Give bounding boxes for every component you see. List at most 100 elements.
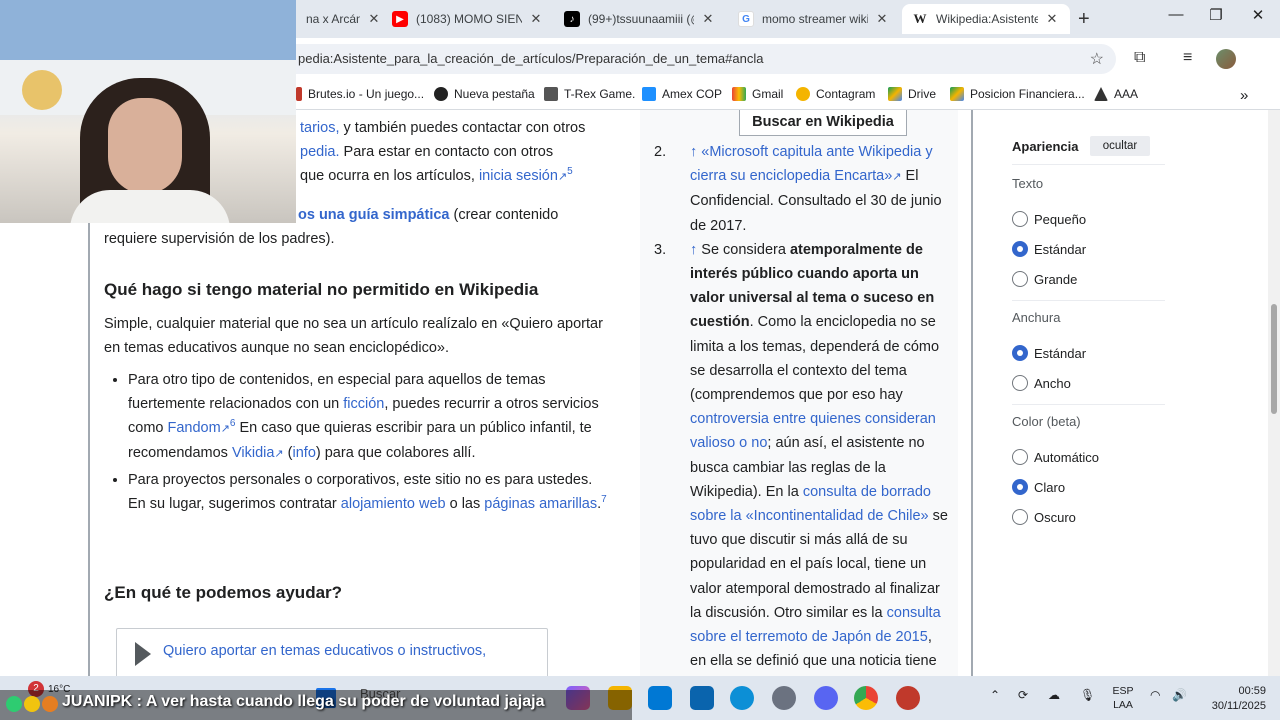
bookmark-label: Posicion Financiera... bbox=[970, 87, 1085, 101]
link-guia-simpatica[interactable]: os una guía simpática bbox=[298, 207, 450, 223]
language-indicator[interactable]: ESP LAA bbox=[1108, 684, 1138, 712]
close-window-icon[interactable]: ✕ bbox=[1238, 6, 1278, 24]
clock[interactable]: 00:59 30/11/2025 bbox=[1196, 684, 1266, 714]
chrome-icon[interactable] bbox=[854, 686, 878, 710]
bookmark-posicion[interactable]: Posicion Financiera... bbox=[950, 87, 1085, 101]
radio-text-large[interactable]: Grande bbox=[1012, 271, 1077, 287]
wifi-icon[interactable]: ◠ bbox=[1150, 688, 1160, 702]
url-text: pedia:Asistente_para_la_creación_de_artí… bbox=[298, 51, 764, 66]
radio-text-standard[interactable]: Estándar bbox=[1012, 241, 1086, 257]
close-icon[interactable]: ✕ bbox=[874, 11, 890, 27]
link-fandom[interactable]: Fandom bbox=[168, 420, 221, 436]
text: requiere supervisión de los padres). bbox=[104, 231, 335, 247]
close-icon[interactable]: ✕ bbox=[700, 11, 716, 27]
omnibox[interactable]: pedia:Asistente_para_la_creación_de_artí… bbox=[280, 44, 1116, 74]
heading-material: Qué hago si tengo material no permitido … bbox=[104, 280, 539, 299]
chevron-right-icon bbox=[135, 642, 151, 666]
microphone-icon[interactable]: 🎙 bbox=[1080, 688, 1095, 702]
store-icon[interactable] bbox=[648, 686, 672, 710]
bookmark-label: Gmail bbox=[752, 87, 784, 101]
close-icon[interactable]: ✕ bbox=[366, 11, 382, 27]
hide-button[interactable]: ocultar bbox=[1090, 136, 1150, 156]
help-option-box[interactable]: Quiero aportar en temas educativos o ins… bbox=[116, 628, 548, 676]
search-wikipedia-button[interactable]: Buscar en Wikipedia bbox=[739, 110, 907, 136]
tab-youtube[interactable]: ▶ (1083) MOMO SIENDO ✕ bbox=[382, 4, 554, 34]
radio-color-auto[interactable]: Automático bbox=[1012, 449, 1099, 465]
link-ficcion[interactable]: ficción bbox=[343, 396, 384, 412]
radio-text-small[interactable]: Pequeño bbox=[1012, 211, 1086, 227]
link-inicia-sesion[interactable]: inicia sesión bbox=[479, 168, 558, 184]
tab-arcane[interactable]: na x Arcán ✕ bbox=[296, 4, 392, 34]
link-wikipedia[interactable]: pedia. bbox=[300, 144, 340, 160]
option-label: Claro bbox=[1034, 479, 1066, 495]
scrollbar-thumb[interactable] bbox=[1271, 304, 1277, 414]
youtube-icon: ▶ bbox=[392, 11, 408, 27]
drive-icon bbox=[888, 87, 902, 101]
radio-color-dark[interactable]: Oscuro bbox=[1012, 509, 1076, 525]
tab-wikipedia[interactable]: W Wikipedia:Asistente p ✕ bbox=[902, 4, 1070, 34]
option-label: Automático bbox=[1034, 449, 1100, 465]
list-options: Para otro tipo de contenidos, en especia… bbox=[104, 368, 614, 516]
list-item: Para proyectos personales o corporativos… bbox=[128, 468, 614, 516]
bookmark-aaa[interactable]: AAA bbox=[1094, 87, 1138, 101]
chevron-up-icon[interactable]: ⌃ bbox=[990, 688, 1000, 702]
chat-badge-icon bbox=[6, 696, 22, 712]
bookmark-gmail[interactable]: Gmail bbox=[732, 87, 783, 101]
discord-icon[interactable] bbox=[814, 686, 838, 710]
sync-icon[interactable]: ⟳ bbox=[1018, 688, 1028, 702]
bookmark-label: Amex COP bbox=[662, 87, 723, 101]
avatar[interactable] bbox=[1216, 49, 1236, 69]
bookmark-nueva-pestana[interactable]: Nueva pestaña bbox=[434, 87, 535, 101]
paragraph-simple: Simple, cualquier material que no sea un… bbox=[104, 316, 603, 356]
extensions-icon[interactable]: ⧉ bbox=[1134, 49, 1145, 67]
more-bookmarks-icon[interactable]: » bbox=[1240, 87, 1248, 104]
link-paginas-amarillas[interactable]: páginas amarillas bbox=[484, 496, 597, 512]
bookmark-brutes[interactable]: Brutes.io - Un juego... bbox=[296, 87, 424, 101]
lang-bottom: LAA bbox=[1113, 699, 1133, 711]
link-info[interactable]: info bbox=[293, 445, 316, 461]
width-group-label: Anchura bbox=[1012, 310, 1061, 325]
link-vikidia[interactable]: Vikidia bbox=[232, 445, 274, 461]
bookmark-amex[interactable]: Amex COP bbox=[642, 87, 722, 101]
reference-7[interactable]: 7 bbox=[601, 494, 607, 505]
references-panel: Buscar en Wikipedia 2. ↑ «Microsoft capi… bbox=[640, 110, 958, 676]
drive-icon bbox=[950, 87, 964, 101]
media-control-icon[interactable]: ≡ bbox=[1183, 49, 1192, 67]
bookmark-trex[interactable]: T-Rex Game. bbox=[544, 87, 635, 101]
new-tab-button[interactable]: + bbox=[1078, 8, 1090, 31]
minimize-icon[interactable]: — bbox=[1156, 6, 1196, 23]
webcam-overlay bbox=[0, 0, 296, 223]
dino-icon bbox=[544, 87, 558, 101]
page-scrollbar[interactable] bbox=[1268, 110, 1280, 676]
divider bbox=[1012, 300, 1165, 301]
external-link-icon: ↗ bbox=[274, 448, 284, 460]
edge-icon[interactable] bbox=[730, 686, 754, 710]
bookmark-drive[interactable]: Drive bbox=[888, 87, 936, 101]
close-icon[interactable]: ✕ bbox=[528, 11, 544, 27]
radio-width-wide[interactable]: Ancho bbox=[1012, 375, 1071, 391]
radio-width-standard[interactable]: Estándar bbox=[1012, 345, 1086, 361]
bookmark-contagram[interactable]: Contagram bbox=[796, 87, 875, 101]
radio-color-light[interactable]: Claro bbox=[1012, 479, 1065, 495]
outlook-icon[interactable] bbox=[690, 686, 714, 710]
back-arrow-link[interactable]: ↑ bbox=[690, 144, 697, 160]
date: 30/11/2025 bbox=[1211, 700, 1266, 712]
star-icon[interactable]: ☆ bbox=[1090, 49, 1104, 69]
radio-icon bbox=[1012, 271, 1028, 287]
text: ) para que colabores allí. bbox=[315, 445, 476, 461]
text: y también puedes contactar con otros bbox=[339, 120, 586, 136]
reference-5[interactable]: 5 bbox=[567, 166, 573, 177]
cloud-icon[interactable]: ☁ bbox=[1048, 688, 1060, 702]
tab-google-search[interactable]: G momo streamer wiki ✕ bbox=[728, 4, 900, 34]
app-icon[interactable] bbox=[896, 686, 920, 710]
close-icon[interactable]: ✕ bbox=[1044, 11, 1060, 27]
link-comentarios[interactable]: tarios, bbox=[300, 120, 340, 136]
maximize-icon[interactable]: ❐ bbox=[1196, 6, 1236, 24]
tab-tiktok[interactable]: ♪ (99+)tssuunaamiii (@ ✕ bbox=[554, 4, 726, 34]
settings-icon[interactable] bbox=[772, 686, 796, 710]
tab-label: momo streamer wiki bbox=[762, 12, 868, 26]
reference-item-2: 2. ↑ «Microsoft capitula ante Wikipedia … bbox=[654, 140, 950, 238]
volume-icon[interactable]: 🔊 bbox=[1172, 688, 1187, 702]
link-alojamiento-web[interactable]: alojamiento web bbox=[341, 496, 446, 512]
brutes-icon bbox=[296, 87, 302, 101]
